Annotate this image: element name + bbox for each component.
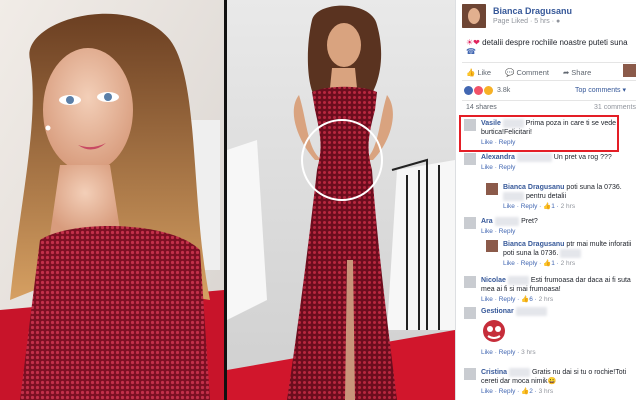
page-name-link[interactable]: Bianca Dragusanu (493, 6, 572, 16)
comment-text: Un pret va rog ??? (553, 154, 612, 161)
comment-time[interactable]: 3 hrs (539, 388, 553, 395)
comment-like-count: 1 (551, 203, 555, 210)
post-header: Bianca Dragusanu Page Liked · 5 hrs · ● (462, 4, 636, 30)
commenter-name[interactable]: Alexandra (481, 154, 515, 161)
comment-like-link[interactable]: Like (481, 164, 493, 171)
love-reaction-icon (474, 85, 483, 95)
post-meta: Page Liked · 5 hrs · ● (493, 18, 560, 25)
comment-icon: 💬 (505, 67, 515, 77)
like-label: Like (477, 67, 492, 77)
commenter-name[interactable]: Bianca Dragusanu (503, 184, 564, 191)
comment-reply-link[interactable]: Reply (499, 164, 516, 171)
comment-like-link[interactable]: Like (503, 260, 515, 267)
comment-like-link[interactable]: Like (503, 203, 515, 210)
selfie-illustration (0, 0, 224, 400)
phone-icon: ☎ (466, 47, 476, 56)
comment-time[interactable]: 2 hrs (561, 203, 575, 210)
comment-text: Pret? (521, 218, 538, 225)
comment-reply-link[interactable]: Reply (521, 203, 538, 210)
like-count-icon: 👍 (543, 203, 552, 210)
avatar-image (462, 4, 486, 28)
sticker-icon (483, 320, 505, 342)
share-label: Share (571, 67, 592, 77)
redacted-name: xxxxxxxxx (515, 307, 548, 316)
selfie-photo[interactable] (0, 0, 224, 400)
comments-count[interactable]: 31 comments (594, 104, 636, 111)
share-icon: ➦ (562, 67, 570, 77)
thumb-icon: 👍 (466, 67, 476, 77)
like-count-icon: 👍 (521, 388, 530, 395)
comment-time[interactable]: 3 hrs (521, 349, 535, 356)
divider (462, 100, 636, 101)
comment-reply-link[interactable]: Reply (499, 388, 516, 395)
reaction-count: 3.8k (497, 86, 511, 94)
highlighted-comment-outline (459, 115, 619, 152)
comment-action[interactable]: 💬 Comment (505, 66, 549, 78)
comment-like-link[interactable]: Like (481, 349, 493, 356)
commenter-name[interactable]: Bianca Dragusanu (503, 241, 564, 248)
redacted-name: xxxxxx (509, 368, 531, 377)
like-action[interactable]: 👍 Like (466, 66, 491, 78)
comment-reply-link[interactable]: Reply (499, 349, 516, 356)
comment-text-2: pentru detalii (525, 193, 567, 200)
commenter-avatar[interactable] (464, 153, 476, 165)
wow-reaction-icon (484, 85, 493, 95)
comment-like-link[interactable]: Like (481, 296, 493, 303)
post-emoji: ☀❤ (466, 38, 480, 47)
reactions-summary[interactable]: 3.8k (464, 84, 510, 96)
commenter-avatar[interactable] (464, 368, 476, 380)
redacted-name: xxxxxxx (494, 217, 520, 226)
redacted-name: xxxxxxxxxx (516, 153, 552, 162)
like-count-icon: 👍 (521, 296, 530, 303)
comment-label: Comment (516, 67, 549, 77)
divider (462, 80, 636, 81)
commenter-avatar[interactable] (464, 307, 476, 319)
like-count-icon: 👍 (543, 260, 552, 267)
post-actions: 👍 Like 💬 Comment ➦ Share (466, 66, 636, 78)
comment-time[interactable]: 2 hrs (561, 260, 575, 267)
commenter-avatar[interactable] (464, 276, 476, 288)
commenter-name[interactable]: Gestionar (481, 308, 514, 315)
commenter-name[interactable]: Ara (481, 218, 493, 225)
top-comments-dropdown[interactable]: Top comments ▾ (575, 86, 626, 94)
comment-reply-link[interactable]: Reply (499, 228, 516, 235)
commenter-avatar[interactable] (464, 217, 476, 229)
comment-like-count: 2 (529, 388, 533, 395)
shares-count[interactable]: 14 shares (466, 104, 497, 111)
redacted-phone: xxxxxx (560, 249, 582, 258)
post-side-panel: Bianca Dragusanu Page Liked · 5 hrs · ● … (455, 0, 640, 400)
share-action[interactable]: ➦ Share (563, 66, 591, 78)
globe-icon: ● (556, 18, 561, 25)
post-meta-text: Page Liked · 5 hrs · (493, 18, 557, 25)
comment-like-link[interactable]: Like (481, 388, 493, 395)
comment-reply-link[interactable]: Reply (499, 296, 516, 303)
commenter-avatar[interactable] (486, 183, 498, 195)
comment-text: poti suna la 0736. (566, 184, 622, 191)
comment-like-count: 6 (529, 296, 533, 303)
post-photo-area (0, 0, 455, 400)
viewer-avatar[interactable] (623, 64, 636, 77)
like-reaction-icon (464, 85, 473, 95)
sticker-image (481, 318, 634, 347)
post-text-body: detalii despre rochiile noastre puteti s… (482, 38, 628, 47)
full-length-photo[interactable] (227, 0, 455, 400)
comment-time[interactable]: 2 hrs (539, 296, 553, 303)
redacted-name: xxxxxx (507, 276, 529, 285)
divider (462, 62, 636, 63)
commenter-avatar[interactable] (486, 240, 498, 252)
commenter-name[interactable]: Cristina (481, 369, 507, 376)
gown-illustration (227, 0, 455, 400)
redacted-phone: xxxxxx (503, 192, 524, 201)
comment-like-link[interactable]: Like (481, 228, 493, 235)
comment-reply-link[interactable]: Reply (521, 260, 538, 267)
page-avatar[interactable] (462, 4, 486, 28)
commenter-name[interactable]: Nicolae (481, 277, 506, 284)
comment-like-count: 1 (551, 260, 555, 267)
post-text: ☀❤ detalii despre rochiile noastre putet… (466, 38, 636, 56)
